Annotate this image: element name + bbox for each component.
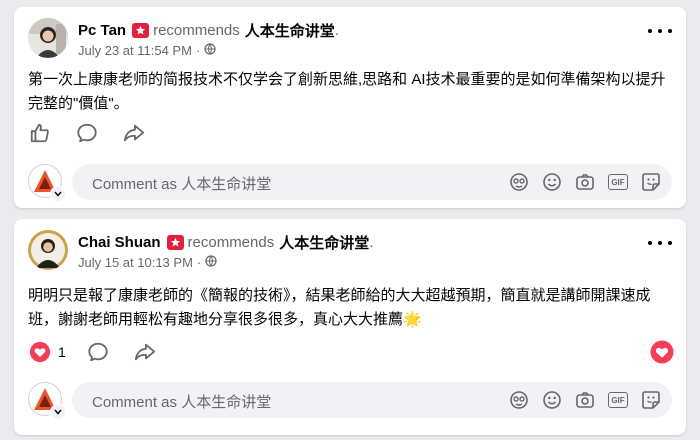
- gif-icon[interactable]: GIF: [607, 171, 629, 193]
- post-timestamp[interactable]: July 23 at 11:54 PM: [78, 43, 192, 58]
- like-count[interactable]: 1: [58, 344, 66, 360]
- like-icon[interactable]: [28, 121, 52, 145]
- heart-icon[interactable]: [28, 340, 52, 364]
- meta-separator: ·: [196, 255, 202, 270]
- comment-icon[interactable]: [75, 121, 99, 145]
- comment-placeholder: Comment as 人本生命讲堂: [92, 176, 272, 193]
- avatar-sticker-icon[interactable]: [508, 389, 530, 411]
- comment-input[interactable]: Comment as 人本生命讲堂 GIF: [72, 382, 672, 418]
- gif-icon[interactable]: GIF: [607, 389, 629, 411]
- more-icon[interactable]: [648, 237, 672, 249]
- share-icon[interactable]: [122, 121, 146, 145]
- post-card: Pc Tan recommends 人本生命讲堂. July 23 at 11:…: [14, 7, 686, 208]
- sticker-icon[interactable]: [640, 389, 662, 411]
- sticker-icon[interactable]: [640, 171, 662, 193]
- page-name[interactable]: 人本生命讲堂: [279, 232, 369, 253]
- recommends-label: recommends: [153, 22, 240, 39]
- emoji-icon[interactable]: [541, 171, 563, 193]
- recommend-badge-icon: [132, 23, 150, 38]
- post-text: 第一次上康康老师的简报技术不仅学会了創新思維,思路和 AI技术最重要的是如何準備…: [28, 71, 666, 112]
- globe-icon: [204, 43, 216, 58]
- chevron-down-icon[interactable]: [50, 186, 66, 202]
- emoji-icon[interactable]: [541, 389, 563, 411]
- author-avatar[interactable]: [28, 230, 68, 270]
- post-timestamp[interactable]: July 15 at 10:13 PM: [78, 255, 193, 270]
- globe-icon: [205, 255, 217, 270]
- recommend-badge-icon: [166, 235, 184, 250]
- author-name[interactable]: Chai Shuan: [78, 234, 161, 251]
- avatar-sticker-icon[interactable]: [508, 171, 530, 193]
- post-card: Chai Shuan recommends 人本生命讲堂. July 15 at…: [14, 219, 686, 435]
- comment-icon[interactable]: [86, 340, 110, 364]
- heart-icon[interactable]: [650, 340, 674, 364]
- author-name[interactable]: Pc Tan: [78, 22, 126, 39]
- page-name[interactable]: 人本生命讲堂: [245, 20, 335, 41]
- comment-placeholder: Comment as 人本生命讲堂: [92, 394, 272, 411]
- share-icon[interactable]: [133, 340, 157, 364]
- meta-separator: ·: [195, 43, 201, 58]
- comment-input[interactable]: Comment as 人本生命讲堂 GIF: [72, 164, 672, 200]
- camera-icon[interactable]: [574, 171, 596, 193]
- author-avatar[interactable]: [28, 18, 68, 58]
- post-text: 明明只是報了康康老師的《簡報的技術》，結果老師給的大大超越預期，簡直就是講師開課…: [28, 287, 651, 328]
- chevron-down-icon[interactable]: [50, 404, 66, 420]
- recommends-label: recommends: [187, 234, 275, 251]
- more-icon[interactable]: [648, 25, 672, 37]
- camera-icon[interactable]: [574, 389, 596, 411]
